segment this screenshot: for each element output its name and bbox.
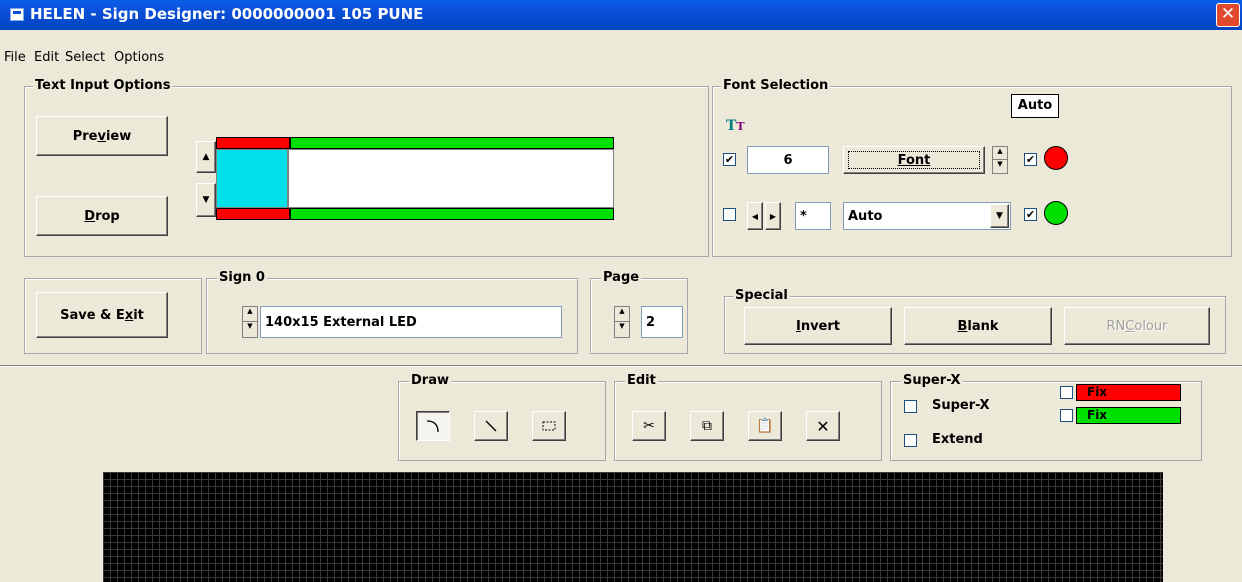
sign-spinner[interactable]: ▲ ▼ (242, 306, 258, 338)
blank-label-b: lank (967, 318, 999, 334)
scissors-icon: ✂ (643, 418, 655, 434)
scroll-right-button[interactable]: ▶ (765, 202, 781, 230)
fix-red-checkbox[interactable] (1060, 386, 1073, 399)
invert-label-b: nvert (800, 318, 840, 334)
green-color-checkbox[interactable]: ✔ (1024, 208, 1037, 221)
preview-top-green-bar (290, 137, 614, 149)
extend-checkbox[interactable] (904, 434, 917, 447)
font-spinner[interactable]: ▲ ▼ (992, 146, 1008, 174)
font-size-checkbox[interactable]: ✔ (723, 153, 736, 166)
truetype-icon: TT (726, 118, 745, 134)
close-button[interactable]: ✕ (1216, 3, 1240, 27)
app-icon (10, 8, 24, 21)
save-exit-button[interactable]: Save & Ex it (36, 292, 168, 338)
window-title: HELEN - Sign Designer: 0000000001 105 PU… (30, 5, 424, 23)
green-led-indicator (1044, 201, 1068, 225)
fix-green-label: Fix (1076, 407, 1181, 424)
rn-label-a: RN (1106, 318, 1126, 334)
font-selection-legend: Font Selection (721, 78, 831, 93)
save-label-a: Save & E (60, 307, 125, 323)
title-bar: HELEN - Sign Designer: 0000000001 105 PU… (0, 0, 1242, 30)
drop-label-a: D (84, 208, 96, 224)
preview-bottom-red-bar (216, 208, 290, 220)
clipboard-icon: 📋 (756, 418, 774, 434)
preview-label-a: Pre (72, 128, 98, 144)
star-field[interactable]: * (795, 202, 831, 230)
preview-scroll-up-button[interactable]: ▲ (196, 141, 216, 173)
text-input-options-legend: Text Input Options (33, 78, 173, 93)
draw-curve-tool[interactable] (416, 411, 450, 441)
font-button-label: Font (897, 152, 931, 168)
red-led-indicator (1044, 146, 1068, 170)
cut-button[interactable]: ✂ (632, 411, 666, 441)
preview-text-area[interactable] (288, 149, 614, 208)
page-spinner[interactable]: ▲ ▼ (614, 306, 630, 338)
save-label-b: x (124, 307, 134, 323)
preview-button[interactable]: Pre v iew (36, 116, 168, 156)
section-divider (0, 365, 1242, 367)
text-preview-strip (216, 137, 616, 221)
chevron-down-icon[interactable]: ▼ (990, 204, 1009, 228)
fix-red-label: Fix (1076, 384, 1181, 401)
superx-checkbox[interactable] (904, 400, 917, 413)
font-size-field[interactable]: 6 (747, 146, 829, 174)
rn-label-b: C (1125, 318, 1135, 334)
blank-button[interactable]: Blank (904, 307, 1052, 345)
preview-label-c: iew (105, 128, 132, 144)
font-button[interactable]: Font (843, 146, 985, 174)
preview-bottom-green-bar (290, 208, 614, 220)
superx-label: Super-X (932, 398, 990, 413)
auto-badge: Auto (1011, 94, 1059, 118)
menu-options[interactable]: Options (114, 50, 164, 65)
rectangle-select-icon (542, 421, 556, 431)
preview-top-red-bar (216, 137, 290, 149)
menu-edit[interactable]: Edit (34, 50, 59, 65)
copy-button[interactable]: ⧉ (690, 411, 724, 441)
fix-green-checkbox[interactable] (1060, 409, 1073, 422)
sign-type-field[interactable]: 140x15 External LED (260, 306, 562, 338)
preview-scroll-down-button[interactable]: ▼ (196, 183, 216, 217)
rn-colour-button[interactable]: RN Colour (1064, 307, 1210, 345)
menu-file[interactable]: File (4, 50, 26, 65)
menu-select[interactable]: Select (65, 50, 105, 65)
delete-button[interactable]: ✕ (806, 411, 840, 441)
curve-icon (426, 420, 439, 433)
copy-icon: ⧉ (702, 418, 712, 434)
scroll-checkbox[interactable] (723, 208, 736, 221)
extend-label: Extend (932, 432, 983, 447)
rn-label-c: olour (1134, 318, 1168, 334)
draw-legend: Draw (409, 373, 451, 388)
sign-legend: Sign 0 (217, 270, 267, 285)
special-legend: Special (733, 288, 790, 303)
delete-icon: ✕ (816, 416, 830, 436)
blank-label-a: B (957, 318, 968, 334)
draw-rectangle-tool[interactable] (532, 411, 566, 441)
scroll-left-button[interactable]: ◀ (747, 202, 763, 230)
font-mode-select[interactable]: Auto (843, 202, 1011, 230)
font-mode-value: Auto (848, 208, 883, 224)
page-legend: Page (601, 270, 642, 285)
preview-cursor-cell (216, 149, 288, 208)
draw-line-tool[interactable] (474, 411, 508, 441)
page-number-field[interactable]: 2 (641, 306, 683, 338)
invert-button[interactable]: Invert (744, 307, 892, 345)
paste-button[interactable]: 📋 (748, 411, 782, 441)
red-color-checkbox[interactable]: ✔ (1024, 153, 1037, 166)
drop-label-b: rop (95, 208, 120, 224)
drop-button[interactable]: Drop (36, 196, 168, 236)
superx-legend: Super-X (901, 373, 963, 388)
preview-label-b: v (97, 128, 106, 144)
edit-legend: Edit (625, 373, 658, 388)
save-label-c: it (133, 307, 144, 323)
led-pixel-canvas[interactable] (103, 472, 1163, 582)
line-icon (485, 420, 497, 432)
